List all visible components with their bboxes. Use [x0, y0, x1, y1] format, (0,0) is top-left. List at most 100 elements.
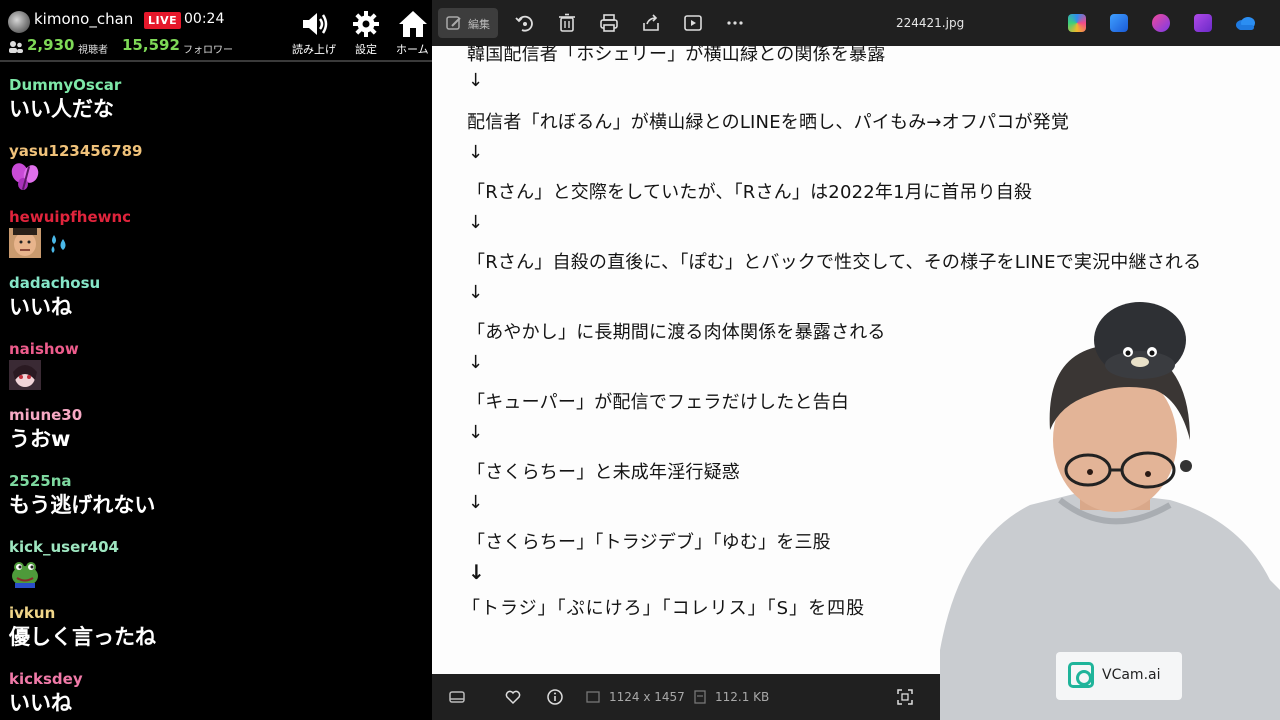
onedrive-icon[interactable]: [1234, 14, 1256, 32]
viewer-count: 2,930: [27, 36, 75, 54]
designer-icon[interactable]: [1110, 14, 1128, 32]
chat-message: naishow: [9, 340, 79, 390]
delete-icon[interactable]: [556, 12, 578, 34]
print-icon[interactable]: [598, 12, 620, 34]
doc-arrow: ↓: [468, 560, 485, 584]
edit-label: 編集: [468, 18, 490, 31]
vcam-logo-icon: [1068, 662, 1094, 688]
chat-message: 2525na もう逃げれない: [9, 472, 155, 519]
fit-to-window-icon[interactable]: [896, 688, 914, 706]
vcam-watermark: VCam.ai: [1056, 652, 1182, 700]
home-label: ホーム: [396, 43, 429, 56]
chat-username[interactable]: naishow: [9, 340, 79, 358]
copilot-icon[interactable]: [1068, 14, 1086, 32]
chat-username[interactable]: hewuipfhewnc: [9, 208, 131, 226]
speaker-icon: [303, 13, 328, 35]
chat-username[interactable]: dadachosu: [9, 274, 100, 292]
chat-message: ivkun 優しく言ったね: [9, 604, 156, 651]
streamer-avatar: [8, 11, 30, 33]
chat-username[interactable]: yasu123456789: [9, 142, 142, 160]
screen: kimono_chan LIVE 00:24 2,930 視聴者 15,592 …: [0, 0, 1280, 720]
chat-text: いいね: [9, 691, 72, 715]
chat-text: いいね: [9, 295, 72, 319]
doc-arrow: ↓: [468, 282, 484, 303]
chat-username[interactable]: ivkun: [9, 604, 156, 622]
doc-arrow: ↓: [468, 142, 484, 163]
chat-text: うおw: [9, 427, 71, 451]
follower-count: 15,592: [122, 36, 180, 54]
doc-line: 配信者「れぼるん」が横山緑とのLINEを晒し、パイもみ→オフパコが発覚: [467, 112, 1070, 133]
chat-username[interactable]: kick_user404: [9, 538, 119, 556]
settings-button[interactable]: 設定: [340, 6, 392, 56]
chat-message: DummyOscar いい人だな: [9, 76, 121, 123]
chat-text: 優しく言ったね: [9, 625, 156, 649]
doc-line: 「Rさん」と交際をしていたが、「Rさん」は2022年1月に首吊り自殺: [467, 182, 1033, 203]
frog-stamp-icon: [12, 562, 38, 588]
doc-arrow: ↓: [468, 352, 484, 373]
viewer-label: 視聴者: [78, 45, 108, 56]
share-icon[interactable]: [640, 12, 662, 34]
chat-stamp: [9, 228, 131, 258]
doc-line: 「トラジ」「ぷにけろ」「コレリス」「S」を四股: [462, 598, 866, 619]
home-button[interactable]: ホーム: [392, 6, 432, 56]
doc-line: 「さくらちー」「トラジデブ」「ゆむ」を三股: [467, 532, 831, 553]
sweat-drops-icon: [51, 235, 66, 253]
filmstrip-icon[interactable]: [448, 688, 466, 706]
edit-image-icon: [446, 16, 461, 30]
read-aloud-label: 読み上げ: [292, 43, 336, 56]
doc-line: 「あやかし」に長期間に渡る肉体関係を暴露される: [467, 322, 886, 343]
doc-arrow: ↓: [468, 212, 484, 233]
doc-arrow: ↓: [468, 492, 484, 513]
follower-label: フォロワー: [183, 45, 233, 56]
home-icon: [399, 11, 427, 37]
chat-header: kimono_chan LIVE 00:24 2,930 視聴者 15,592 …: [0, 0, 432, 62]
chat-panel: kimono_chan LIVE 00:24 2,930 視聴者 15,592 …: [0, 0, 432, 720]
doc-line: 「キューパー」が配信でフェラだけしたと告白: [467, 392, 850, 413]
video-editor-icon[interactable]: [1194, 14, 1212, 32]
doc-line: 「さくらちー」と未成年淫行疑惑: [467, 462, 740, 483]
file-name: 224421.jpg: [896, 16, 965, 30]
vcam-brand: VCam.ai: [1102, 667, 1161, 683]
streamer-name: kimono_chan: [34, 10, 134, 28]
face-stamp-icon: [9, 228, 41, 258]
chat-message: yasu123456789: [9, 142, 142, 192]
chat-message: kicksdey いいね: [9, 670, 83, 717]
slideshow-icon[interactable]: [682, 12, 704, 34]
character-stamp-icon: [9, 360, 41, 390]
info-icon[interactable]: [546, 688, 564, 706]
chat-text: もう逃げれない: [9, 493, 156, 517]
more-options-icon[interactable]: [724, 12, 746, 34]
file-size: 112.1 KB: [715, 690, 770, 704]
live-badge: LIVE: [144, 12, 182, 29]
chat-username[interactable]: 2525na: [9, 472, 155, 490]
chat-stamp: [9, 558, 119, 588]
doc-line: 韓国配信者「ホシェリー」が横山緑との関係を暴露: [467, 46, 886, 65]
chat-message: dadachosu いいね: [9, 274, 100, 321]
dimensions-icon: [586, 691, 600, 703]
edit-button[interactable]: 編集: [438, 8, 498, 38]
doc-line: 「Rさん」自殺の直後に、「ぽむ」とバックで性交して、その様子をLINEで実況中継…: [467, 252, 1202, 273]
file-size-icon: [694, 690, 706, 704]
elapsed-time: 00:24: [184, 11, 225, 27]
viewers-icon: [9, 41, 23, 53]
chat-username[interactable]: kicksdey: [9, 670, 83, 688]
gear-icon: [353, 11, 379, 37]
chat-text: いい人だな: [9, 97, 114, 121]
chat-username[interactable]: miune30: [9, 406, 82, 424]
chat-message: miune30 うおw: [9, 406, 82, 453]
chat-stamp: [9, 162, 142, 192]
doc-arrow: ↓: [468, 70, 484, 91]
read-aloud-button[interactable]: 読み上げ: [288, 6, 340, 56]
chat-message: hewuipfhewnc: [9, 208, 131, 258]
settings-label: 設定: [355, 43, 377, 56]
rotate-icon[interactable]: [514, 12, 536, 34]
chat-message: kick_user404: [9, 538, 119, 588]
chat-username[interactable]: DummyOscar: [9, 76, 121, 94]
doc-arrow: ↓: [468, 422, 484, 443]
butterfly-stamp-icon: [11, 163, 39, 190]
favorite-heart-icon[interactable]: [504, 688, 522, 706]
clipchamp-icon[interactable]: [1152, 14, 1170, 32]
chat-stamp: [9, 360, 79, 390]
viewer-toolbar: 編集 224421.jpg: [432, 0, 1280, 46]
image-dimensions: 1124 x 1457: [609, 690, 685, 704]
